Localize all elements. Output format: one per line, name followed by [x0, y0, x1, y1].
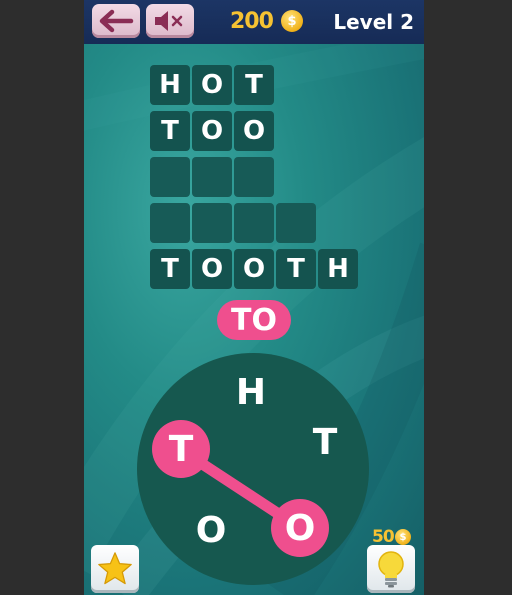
hint-cost: 50	[372, 527, 395, 547]
wheel-letter[interactable]: T	[305, 422, 345, 463]
hint-button[interactable]	[367, 545, 415, 593]
star-button[interactable]	[91, 545, 139, 593]
lightbulb-icon	[378, 551, 404, 588]
coin-icon: $	[395, 529, 411, 545]
wheel-letter-selected[interactable]: T	[152, 420, 210, 478]
coin-symbol: $	[399, 531, 407, 543]
wheel-letter[interactable]: O	[191, 510, 231, 551]
game-screen: 200 $ Level 2 H O T T O O T O O T H TO H…	[84, 0, 424, 595]
star-icon	[98, 552, 132, 585]
wheel-letter[interactable]: H	[231, 372, 271, 413]
selection-path	[175, 444, 306, 534]
wheel-letter-selected[interactable]: O	[271, 499, 329, 557]
